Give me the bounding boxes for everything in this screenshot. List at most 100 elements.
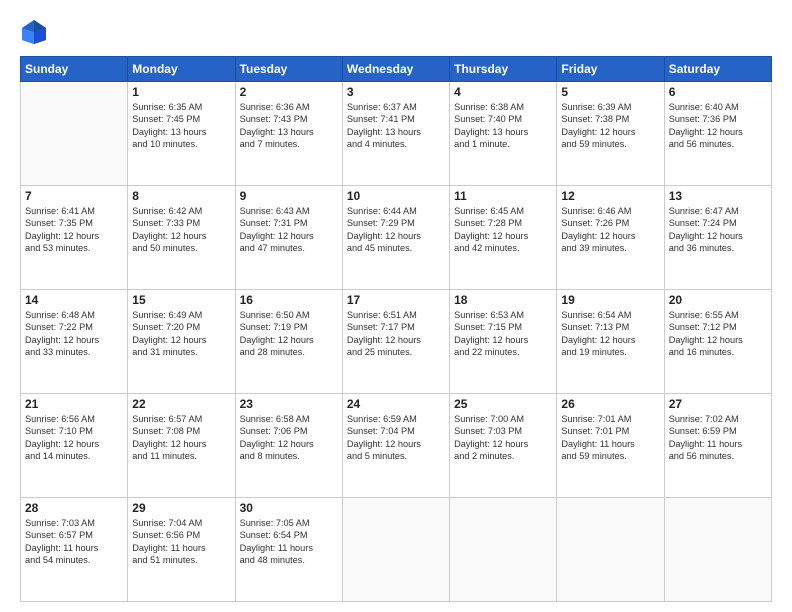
cell-line: Daylight: 12 hours — [669, 334, 767, 346]
calendar-cell: 26Sunrise: 7:01 AMSunset: 7:01 PMDayligh… — [557, 394, 664, 498]
col-header-monday: Monday — [128, 57, 235, 82]
week-row-0: 1Sunrise: 6:35 AMSunset: 7:45 PMDaylight… — [21, 82, 772, 186]
logo-icon — [20, 18, 48, 46]
day-number: 17 — [347, 293, 445, 307]
calendar-cell: 2Sunrise: 6:36 AMSunset: 7:43 PMDaylight… — [235, 82, 342, 186]
calendar-cell: 23Sunrise: 6:58 AMSunset: 7:06 PMDayligh… — [235, 394, 342, 498]
cell-line: and 22 minutes. — [454, 346, 552, 358]
cell-line: Sunset: 7:28 PM — [454, 217, 552, 229]
cell-line: Sunrise: 6:55 AM — [669, 309, 767, 321]
cell-line: Daylight: 13 hours — [132, 126, 230, 138]
cell-line: and 1 minute. — [454, 138, 552, 150]
cell-line: and 50 minutes. — [132, 242, 230, 254]
cell-line: Sunset: 6:57 PM — [25, 529, 123, 541]
cell-line: Sunset: 7:36 PM — [669, 113, 767, 125]
day-number: 18 — [454, 293, 552, 307]
cell-line: and 54 minutes. — [25, 554, 123, 566]
cell-line: and 56 minutes. — [669, 450, 767, 462]
cell-line: Sunrise: 6:40 AM — [669, 101, 767, 113]
day-number: 21 — [25, 397, 123, 411]
cell-line: and 48 minutes. — [240, 554, 338, 566]
cell-line: Sunset: 7:29 PM — [347, 217, 445, 229]
cell-line: Sunrise: 6:38 AM — [454, 101, 552, 113]
cell-line: Sunrise: 6:51 AM — [347, 309, 445, 321]
cell-line: Daylight: 11 hours — [25, 542, 123, 554]
week-row-1: 7Sunrise: 6:41 AMSunset: 7:35 PMDaylight… — [21, 186, 772, 290]
cell-line: Sunrise: 6:54 AM — [561, 309, 659, 321]
cell-line: Sunset: 7:13 PM — [561, 321, 659, 333]
col-header-thursday: Thursday — [450, 57, 557, 82]
calendar-cell: 16Sunrise: 6:50 AMSunset: 7:19 PMDayligh… — [235, 290, 342, 394]
cell-line: Sunrise: 6:47 AM — [669, 205, 767, 217]
cell-line: Daylight: 12 hours — [240, 230, 338, 242]
cell-line: Sunrise: 6:58 AM — [240, 413, 338, 425]
cell-line: and 33 minutes. — [25, 346, 123, 358]
cell-line: Sunset: 7:43 PM — [240, 113, 338, 125]
calendar-cell: 18Sunrise: 6:53 AMSunset: 7:15 PMDayligh… — [450, 290, 557, 394]
cell-line: Sunset: 7:19 PM — [240, 321, 338, 333]
day-number: 26 — [561, 397, 659, 411]
cell-line: Sunrise: 6:46 AM — [561, 205, 659, 217]
week-row-2: 14Sunrise: 6:48 AMSunset: 7:22 PMDayligh… — [21, 290, 772, 394]
week-row-4: 28Sunrise: 7:03 AMSunset: 6:57 PMDayligh… — [21, 498, 772, 602]
cell-line: Sunset: 7:17 PM — [347, 321, 445, 333]
cell-line: Sunset: 7:38 PM — [561, 113, 659, 125]
calendar-cell: 28Sunrise: 7:03 AMSunset: 6:57 PMDayligh… — [21, 498, 128, 602]
cell-line: Sunset: 7:33 PM — [132, 217, 230, 229]
cell-line: Sunset: 7:45 PM — [132, 113, 230, 125]
cell-line: and 42 minutes. — [454, 242, 552, 254]
calendar-table: SundayMondayTuesdayWednesdayThursdayFrid… — [20, 56, 772, 602]
cell-line: and 56 minutes. — [669, 138, 767, 150]
calendar-cell: 25Sunrise: 7:00 AMSunset: 7:03 PMDayligh… — [450, 394, 557, 498]
calendar-cell: 19Sunrise: 6:54 AMSunset: 7:13 PMDayligh… — [557, 290, 664, 394]
cell-line: Daylight: 11 hours — [132, 542, 230, 554]
cell-line: and 10 minutes. — [132, 138, 230, 150]
day-number: 9 — [240, 189, 338, 203]
day-number: 14 — [25, 293, 123, 307]
cell-line: Sunset: 6:54 PM — [240, 529, 338, 541]
cell-line: Sunset: 7:08 PM — [132, 425, 230, 437]
cell-line: Sunset: 7:01 PM — [561, 425, 659, 437]
cell-line: Sunset: 6:59 PM — [669, 425, 767, 437]
day-number: 19 — [561, 293, 659, 307]
calendar-cell — [664, 498, 771, 602]
week-row-3: 21Sunrise: 6:56 AMSunset: 7:10 PMDayligh… — [21, 394, 772, 498]
cell-line: Sunset: 7:12 PM — [669, 321, 767, 333]
cell-line: Sunrise: 7:00 AM — [454, 413, 552, 425]
cell-line: and 25 minutes. — [347, 346, 445, 358]
cell-line: Sunrise: 6:56 AM — [25, 413, 123, 425]
cell-line: and 2 minutes. — [454, 450, 552, 462]
cell-line: and 31 minutes. — [132, 346, 230, 358]
calendar-cell: 8Sunrise: 6:42 AMSunset: 7:33 PMDaylight… — [128, 186, 235, 290]
cell-line: and 28 minutes. — [240, 346, 338, 358]
cell-line: and 14 minutes. — [25, 450, 123, 462]
col-header-tuesday: Tuesday — [235, 57, 342, 82]
cell-line: and 8 minutes. — [240, 450, 338, 462]
day-number: 29 — [132, 501, 230, 515]
header-row: SundayMondayTuesdayWednesdayThursdayFrid… — [21, 57, 772, 82]
cell-line: Sunrise: 6:42 AM — [132, 205, 230, 217]
calendar-cell: 29Sunrise: 7:04 AMSunset: 6:56 PMDayligh… — [128, 498, 235, 602]
cell-line: Daylight: 13 hours — [347, 126, 445, 138]
day-number: 30 — [240, 501, 338, 515]
calendar-cell: 30Sunrise: 7:05 AMSunset: 6:54 PMDayligh… — [235, 498, 342, 602]
day-number: 13 — [669, 189, 767, 203]
cell-line: and 16 minutes. — [669, 346, 767, 358]
cell-line: Sunrise: 6:37 AM — [347, 101, 445, 113]
calendar-cell: 4Sunrise: 6:38 AMSunset: 7:40 PMDaylight… — [450, 82, 557, 186]
day-number: 11 — [454, 189, 552, 203]
cell-line: Sunrise: 6:36 AM — [240, 101, 338, 113]
cell-line: Sunset: 7:06 PM — [240, 425, 338, 437]
cell-line: and 45 minutes. — [347, 242, 445, 254]
calendar-cell: 27Sunrise: 7:02 AMSunset: 6:59 PMDayligh… — [664, 394, 771, 498]
day-number: 7 — [25, 189, 123, 203]
day-number: 20 — [669, 293, 767, 307]
calendar-cell — [557, 498, 664, 602]
cell-line: Sunrise: 7:05 AM — [240, 517, 338, 529]
cell-line: Daylight: 11 hours — [669, 438, 767, 450]
calendar-cell: 1Sunrise: 6:35 AMSunset: 7:45 PMDaylight… — [128, 82, 235, 186]
day-number: 24 — [347, 397, 445, 411]
cell-line: Sunset: 7:03 PM — [454, 425, 552, 437]
cell-line: Sunset: 7:24 PM — [669, 217, 767, 229]
calendar-cell: 10Sunrise: 6:44 AMSunset: 7:29 PMDayligh… — [342, 186, 449, 290]
